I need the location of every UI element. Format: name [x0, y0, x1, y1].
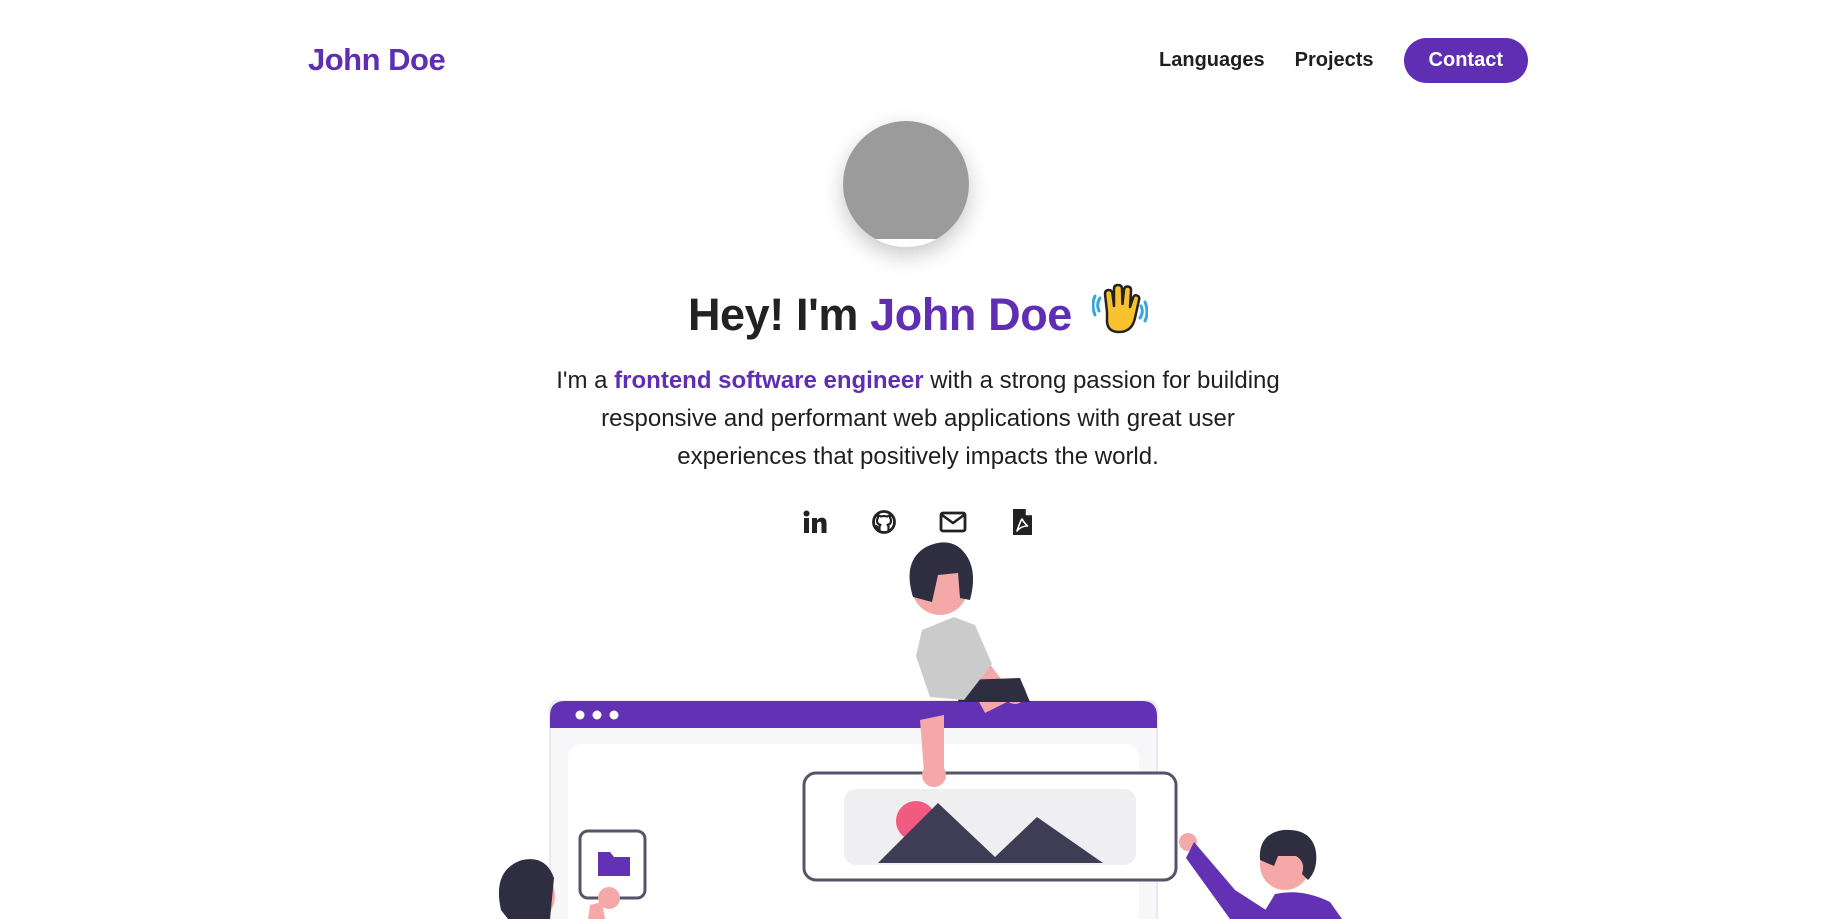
top-navbar: John Doe Languages Projects Contact — [308, 34, 1528, 86]
avatar-placeholder — [843, 121, 969, 239]
hero-illustration — [498, 542, 1342, 919]
right-man-graphic — [1179, 829, 1342, 919]
main-nav: Languages Projects Contact — [1159, 37, 1528, 83]
intro-lead: I'm a — [556, 367, 608, 394]
nav-languages-link[interactable]: Languages — [1159, 49, 1265, 72]
image-card-graphic — [802, 771, 1178, 882]
contact-button[interactable]: Contact — [1403, 37, 1528, 83]
hero-greeting: Hey! I'm — [687, 289, 859, 340]
portfolio-page: John Doe Languages Projects Contact Hey!… — [0, 0, 1836, 919]
hero-title: Hey! I'm John Doe — [0, 282, 1836, 341]
waving-hand-icon — [1092, 283, 1149, 334]
nav-projects-link[interactable]: Projects — [1295, 49, 1374, 72]
intro-role-highlight: frontend software engineer — [614, 367, 924, 394]
avatar — [843, 121, 969, 247]
intro-text: I'm a frontend software engineer with a … — [538, 362, 1298, 476]
brand-logo-text[interactable]: John Doe — [308, 42, 446, 78]
hero-name: John Doe — [870, 289, 1072, 340]
